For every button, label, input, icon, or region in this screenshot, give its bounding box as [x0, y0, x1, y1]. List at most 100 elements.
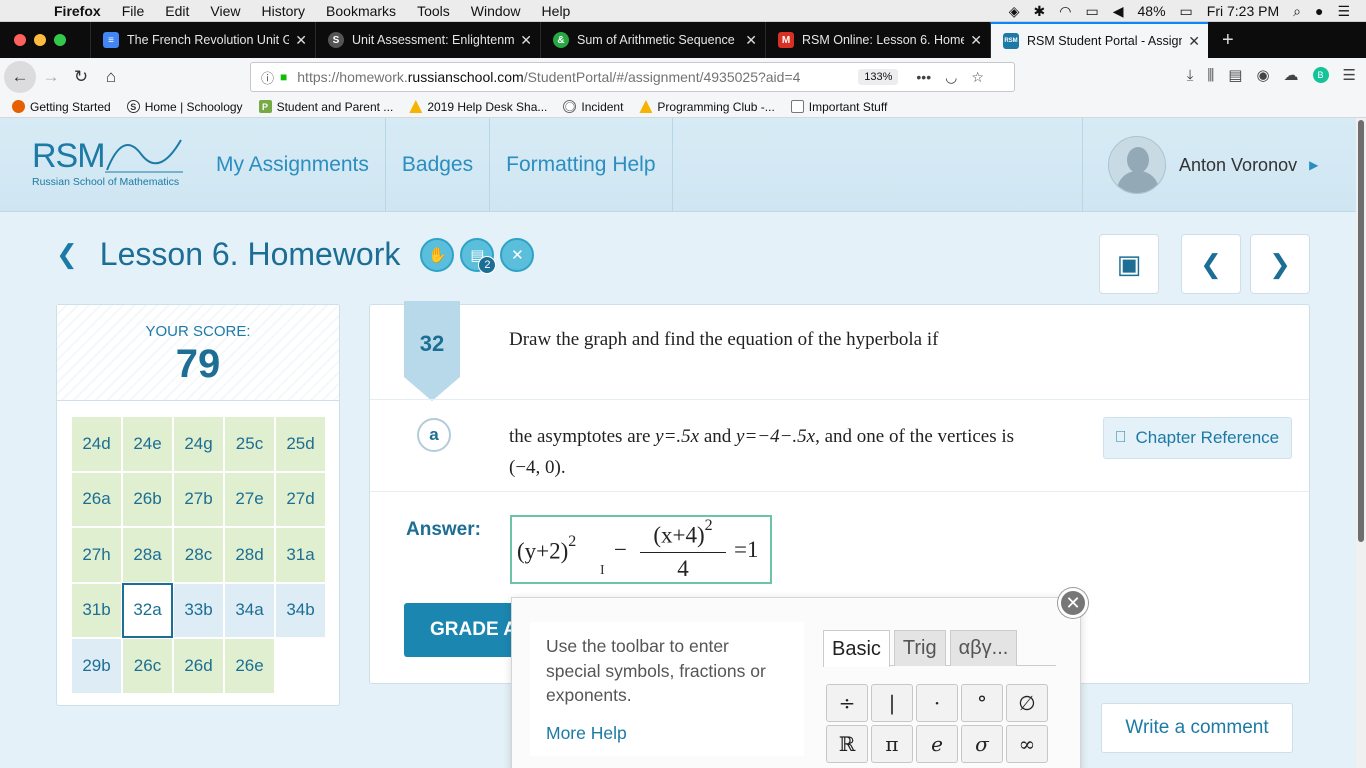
nav-my-assignments[interactable]: My Assignments — [200, 118, 386, 212]
menu-window[interactable]: Window — [471, 3, 521, 19]
menu-tools[interactable]: Tools — [417, 3, 450, 19]
close-tab-icon[interactable]: ✕ — [520, 32, 532, 49]
key-degree[interactable]: ° — [961, 684, 1003, 722]
chapter-reference-button[interactable]: ⎕ Chapter Reference — [1103, 417, 1292, 459]
menu-firefox[interactable]: Firefox — [54, 3, 101, 19]
forward-icon[interactable]: → — [36, 62, 66, 92]
problem-cell[interactable]: 27e — [224, 471, 275, 527]
close-window-icon[interactable] — [14, 34, 26, 46]
user-menu[interactable]: Anton Voronov ▶ — [1082, 118, 1356, 212]
problem-cell[interactable]: 27d — [275, 471, 326, 527]
books-badge-icon[interactable]: ▤ 2 — [460, 237, 497, 274]
problem-cell[interactable]: 24g — [173, 416, 224, 472]
tab-rsm-portal[interactable]: RSM RSM Student Portal - Assignme ✕ — [990, 22, 1208, 58]
url-bar[interactable]: ⓘ ■ https://homework.russianschool.com/S… — [250, 62, 1015, 92]
downloads-icon[interactable]: ⤓ — [1187, 67, 1194, 84]
tab-rsm-online[interactable]: M RSM Online: Lesson 6. Homewo ✕ — [765, 22, 990, 58]
rsm-logo[interactable]: RSM Russian School of Mathematics — [32, 136, 185, 188]
problem-cell[interactable]: 25d — [275, 416, 326, 472]
scrollbar[interactable] — [1356, 118, 1366, 768]
problem-cell[interactable]: 34b — [275, 582, 326, 638]
problem-cell[interactable]: 31a — [275, 527, 326, 583]
key-e[interactable]: e — [916, 725, 958, 763]
scrollbar-thumb[interactable] — [1358, 120, 1364, 542]
tab-arithmetic-sequence[interactable]: & Sum of Arithmetic Sequence Fo ✕ — [540, 22, 765, 58]
more-help-link[interactable]: More Help — [546, 721, 788, 746]
nav-badges[interactable]: Badges — [386, 118, 491, 212]
sidebar-icon[interactable]: ▤ — [1228, 66, 1242, 84]
lock-icon[interactable]: ■ — [280, 70, 287, 84]
key-infinity[interactable]: ∞ — [1006, 725, 1048, 763]
hand-badge-icon[interactable]: ✋ — [420, 237, 455, 272]
extension-icon[interactable]: ☁ — [1284, 66, 1299, 84]
problem-cell[interactable]: 28c — [173, 527, 224, 583]
problem-cell[interactable]: 27b — [173, 471, 224, 527]
account-icon[interactable]: ◉ — [1256, 66, 1269, 84]
problem-cell[interactable]: 24e — [122, 416, 173, 472]
notification-center-icon[interactable]: ☰ — [1337, 3, 1350, 20]
airplay-icon[interactable]: ▭ — [1085, 3, 1098, 20]
write-comment-button[interactable]: Write a comment — [1101, 703, 1293, 753]
problem-cell[interactable]: 26a — [71, 471, 122, 527]
minimize-window-icon[interactable] — [34, 34, 46, 46]
menu-help[interactable]: Help — [542, 3, 571, 19]
tab-french-revolution[interactable]: ≡ The French Revolution Unit Gui ✕ — [90, 22, 315, 58]
key-sigma[interactable]: σ — [961, 725, 1003, 763]
bookmark-important-stuff[interactable]: Important Stuff — [790, 100, 887, 114]
problem-cell[interactable]: 28d — [224, 527, 275, 583]
close-tab-icon[interactable]: ✕ — [745, 32, 757, 49]
page-actions-icon[interactable]: ••• — [916, 69, 931, 86]
tab-greek[interactable]: αβγ... — [949, 630, 1018, 666]
tab-trig[interactable]: Trig — [893, 630, 946, 666]
problem-cell[interactable]: 33b — [173, 582, 224, 638]
menu-view[interactable]: View — [210, 3, 240, 19]
siri-icon[interactable]: ● — [1315, 3, 1323, 19]
key-dot[interactable]: · — [916, 684, 958, 722]
problem-cell[interactable]: 24d — [71, 416, 122, 472]
tab-unit-assessment[interactable]: S Unit Assessment: Enlightenmen ✕ — [315, 22, 540, 58]
bookmark-incident[interactable]: ◯ Incident — [563, 100, 623, 114]
problem-cell[interactable]: 31b — [71, 582, 122, 638]
tools-badge-icon[interactable]: ✕ — [500, 237, 535, 272]
key-empty-set[interactable]: ∅ — [1006, 684, 1048, 722]
problem-cell[interactable]: 26b — [122, 471, 173, 527]
wifi-icon[interactable]: ◠ — [1059, 3, 1071, 20]
problem-cell[interactable]: 26e — [224, 638, 275, 694]
problem-cell[interactable]: 27h — [71, 527, 122, 583]
back-icon[interactable]: ← — [4, 61, 36, 93]
problem-cell[interactable]: 28a — [122, 527, 173, 583]
bookmark-help-desk[interactable]: 2019 Help Desk Sha... — [409, 100, 547, 114]
bookmark-schoology[interactable]: S Home | Schoology — [126, 100, 243, 114]
bookmark-programming-club[interactable]: Programming Club -... — [639, 100, 775, 114]
problem-cell[interactable]: 26d — [173, 638, 224, 694]
previous-button[interactable]: ❮ — [1181, 234, 1241, 294]
key-reals[interactable]: ℝ — [826, 725, 868, 763]
pocket-icon[interactable]: ◡ — [945, 69, 957, 86]
back-chevron-icon[interactable]: ❮ — [56, 239, 78, 270]
home-icon[interactable]: ⌂ — [96, 62, 126, 92]
dropbox-icon[interactable]: ◈ — [1009, 3, 1020, 20]
grammarly-icon[interactable]: B — [1312, 67, 1329, 83]
library-icon[interactable]: ⫼ — [1207, 67, 1214, 84]
spotlight-icon[interactable]: ⌕ — [1293, 3, 1301, 20]
battery-icon[interactable]: ▭ — [1180, 3, 1193, 20]
bluetooth-icon[interactable]: ✱ — [1034, 3, 1046, 20]
zoom-window-icon[interactable] — [54, 34, 66, 46]
info-icon[interactable]: ⓘ — [261, 68, 274, 87]
answer-input[interactable]: (y+2)2 − (x+4)2 4 =1 I — [510, 515, 772, 584]
menu-icon[interactable]: ☰ — [1343, 66, 1356, 84]
problem-cell[interactable]: 34a — [224, 582, 275, 638]
close-tab-icon[interactable]: ✕ — [970, 32, 982, 49]
next-button[interactable]: ❯ — [1250, 234, 1310, 294]
close-popup-icon[interactable]: ✕ — [1058, 588, 1088, 618]
key-pi[interactable]: π — [871, 725, 913, 763]
reload-icon[interactable]: ↻ — [66, 62, 96, 92]
url-text[interactable]: https://homework.russianschool.com/Stude… — [297, 69, 852, 85]
tab-basic[interactable]: Basic — [823, 630, 890, 667]
menu-bookmarks[interactable]: Bookmarks — [326, 3, 396, 19]
menu-file[interactable]: File — [122, 3, 145, 19]
key-abs[interactable]: | — [871, 684, 913, 722]
close-tab-icon[interactable]: ✕ — [295, 32, 307, 49]
menu-edit[interactable]: Edit — [165, 3, 189, 19]
problem-cell[interactable]: 25c — [224, 416, 275, 472]
